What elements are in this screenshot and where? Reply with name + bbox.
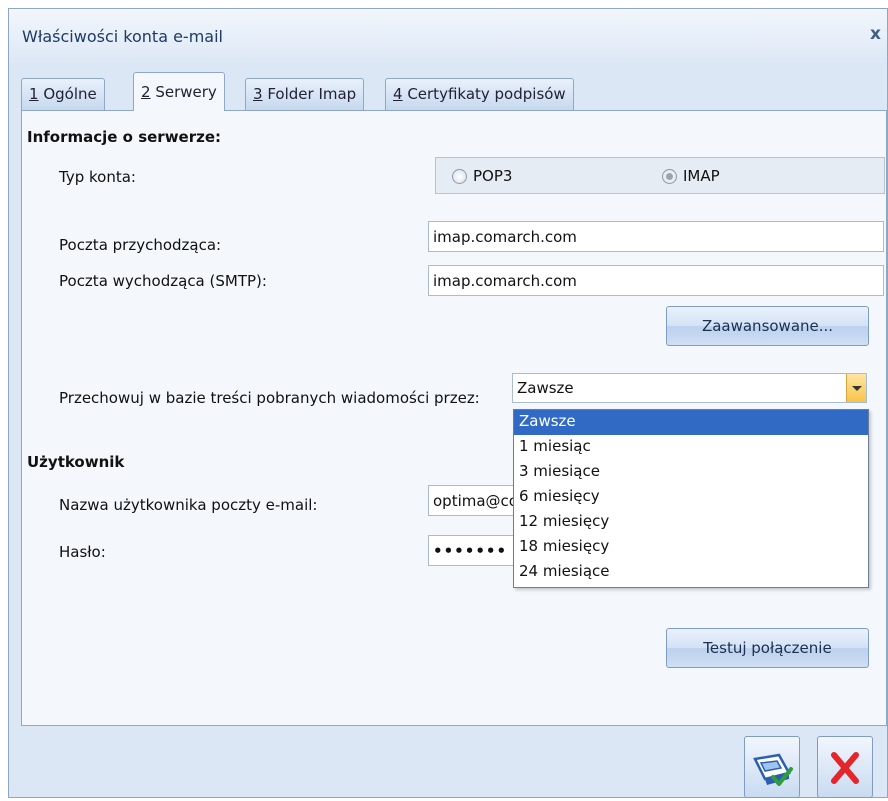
save-icon <box>753 753 793 786</box>
account-type-group: POP3 IMAP <box>435 157 885 194</box>
dropdown-option[interactable]: 6 miesięcy <box>514 485 868 510</box>
incoming-mail-field[interactable]: imap.comarch.com <box>428 221 884 252</box>
incoming-mail-label: Poczta przychodząca: <box>59 236 222 254</box>
dropdown-option[interactable]: 1 miesiąc <box>514 435 868 460</box>
dropdown-option[interactable]: 24 miesiące <box>514 560 868 585</box>
radio-pop3[interactable]: POP3 <box>452 167 512 185</box>
title-bar: Właściwości konta e-mail x <box>9 9 887 63</box>
tab-general[interactable]: 1 Ogólne <box>21 78 105 110</box>
advanced-button[interactable]: Zaawansowane... <box>666 306 869 346</box>
cancel-button[interactable] <box>817 736 873 798</box>
keep-messages-value: Zawsze <box>517 379 574 397</box>
dropdown-option[interactable]: 12 miesięcy <box>514 510 868 535</box>
radio-imap-label: IMAP <box>683 167 720 185</box>
tab-servers[interactable]: 2 Serwery <box>133 72 225 111</box>
test-connection-button[interactable]: Testuj połączenie <box>666 628 869 668</box>
tab-certificates[interactable]: 4 Certyfikaty podpisów <box>385 78 574 110</box>
user-header: Użytkownik <box>27 453 125 471</box>
username-label: Nazwa użytkownika poczty e-mail: <box>59 496 318 514</box>
outgoing-mail-label: Poczta wychodząca (SMTP): <box>59 272 267 290</box>
save-button[interactable] <box>744 736 800 798</box>
dropdown-option[interactable]: Zawsze <box>514 410 868 435</box>
radio-pop3-indicator[interactable] <box>452 168 467 184</box>
dropdown-option[interactable]: 3 miesiące <box>514 460 868 485</box>
cancel-icon <box>831 752 859 784</box>
keep-messages-label: Przechowuj w bazie treści pobranych wiad… <box>59 389 480 407</box>
radio-imap-indicator[interactable] <box>662 168 677 184</box>
tab-imap-folder[interactable]: 3 Folder Imap <box>245 78 365 110</box>
radio-pop3-label: POP3 <box>473 167 513 185</box>
window-title: Właściwości konta e-mail <box>22 27 223 46</box>
dropdown-option[interactable]: 18 miesięcy <box>514 535 868 560</box>
server-info-header: Informacje o serwerze: <box>27 128 222 146</box>
dialog-window: Właściwości konta e-mail x 1 Ogólne 2 Se… <box>8 8 888 798</box>
password-label: Hasło: <box>59 543 106 561</box>
account-type-label: Typ konta: <box>59 168 136 186</box>
outgoing-mail-field[interactable]: imap.comarch.com <box>428 265 884 296</box>
radio-imap[interactable]: IMAP <box>662 167 720 185</box>
close-icon[interactable]: x <box>870 24 881 44</box>
chevron-down-icon[interactable] <box>846 374 866 402</box>
keep-messages-dropdown: Zawsze 1 miesiąc 3 miesiące 6 miesięcy 1… <box>513 409 869 588</box>
keep-messages-combo[interactable]: Zawsze <box>512 373 867 403</box>
